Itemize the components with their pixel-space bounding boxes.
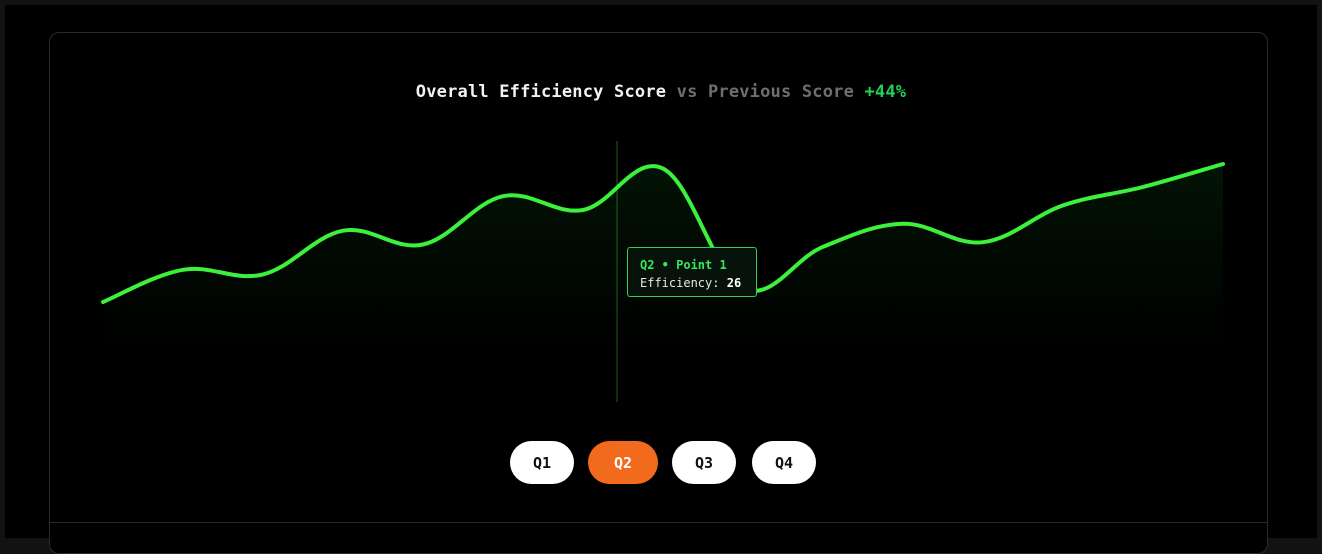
chart-tooltip: Q2 • Point 1 Efficiency: 26 <box>627 247 757 297</box>
quarter-button-q4[interactable]: Q4 <box>752 441 816 484</box>
quarter-button-q2[interactable]: Q2 <box>588 441 658 484</box>
quarter-button-q1[interactable]: Q1 <box>510 441 574 484</box>
tooltip-value: 26 <box>726 276 742 290</box>
tooltip-body: Efficiency: 26 <box>640 274 756 292</box>
tooltip-label: Efficiency: <box>640 276 720 290</box>
quarter-button-q3[interactable]: Q3 <box>672 441 736 484</box>
tooltip-heading: Q2 • Point 1 <box>640 258 727 272</box>
